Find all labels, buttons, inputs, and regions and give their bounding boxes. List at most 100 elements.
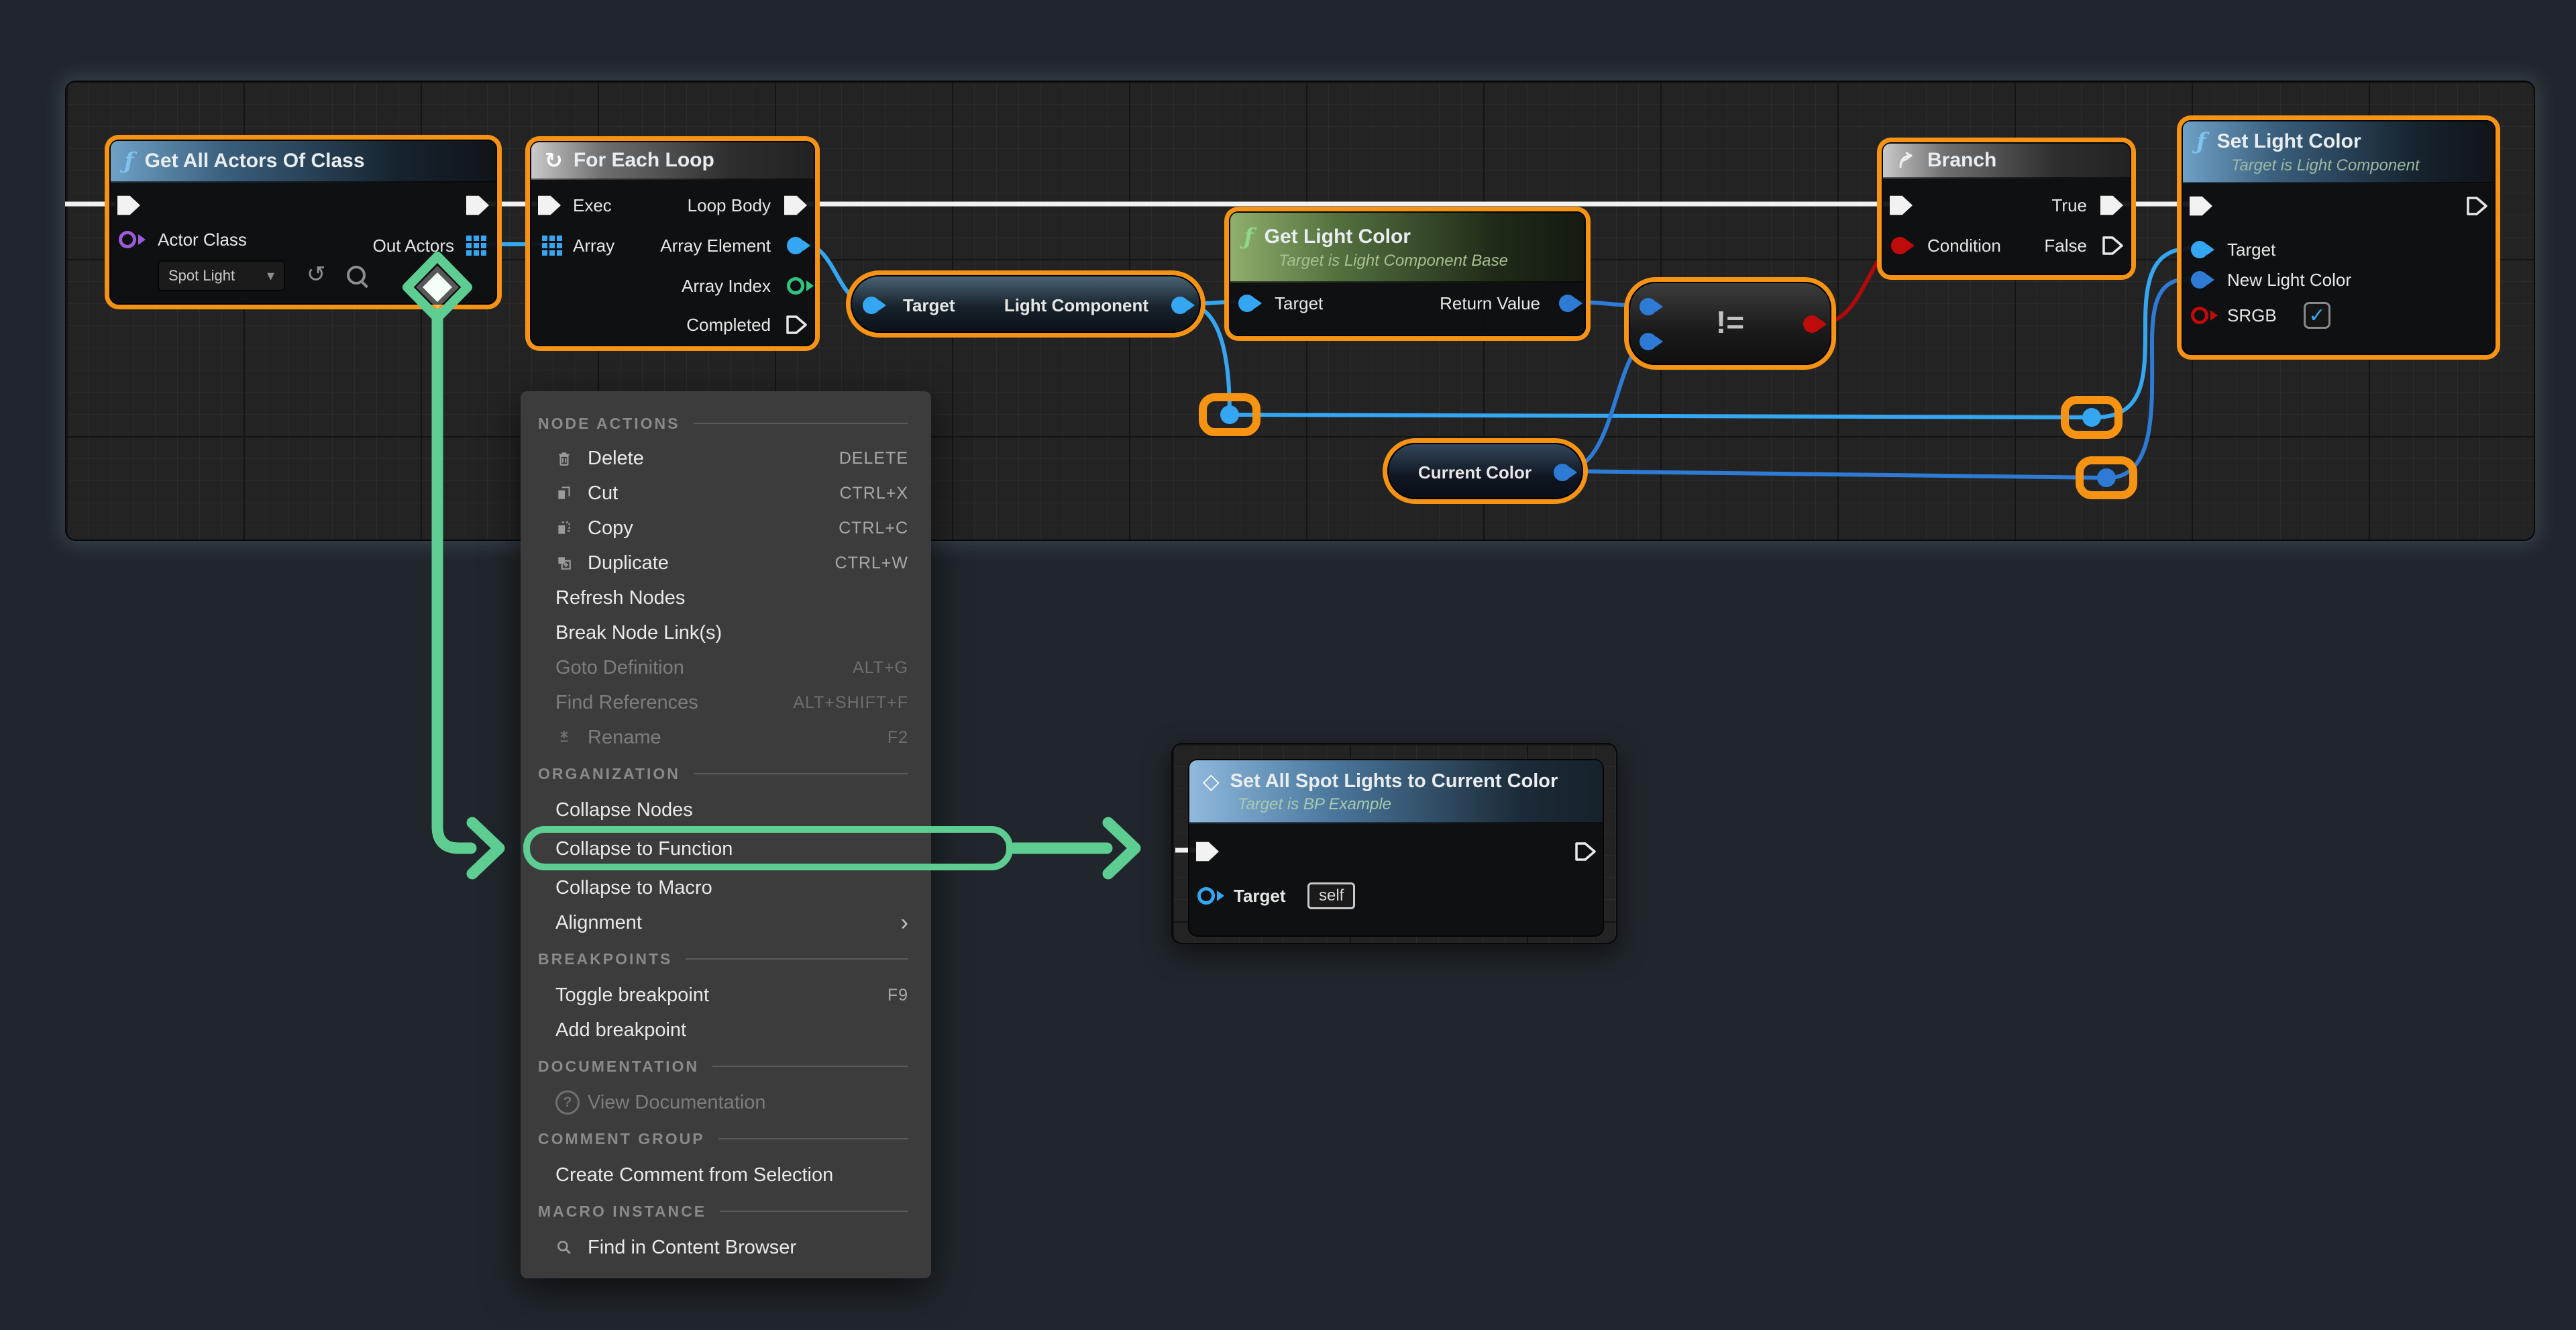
target-pin[interactable] bbox=[1238, 295, 1256, 312]
reset-to-default-icon[interactable]: ↺ bbox=[307, 263, 326, 286]
function-icon: ƒ bbox=[1244, 223, 1254, 250]
section-header-label: COMMENT GROUP bbox=[538, 1130, 705, 1148]
array-pin[interactable] bbox=[542, 236, 547, 241]
exec-in-pin[interactable] bbox=[1890, 194, 1913, 217]
node-subtitle: Target is BP Example bbox=[1238, 795, 1589, 814]
menu-item-label: View Documentation bbox=[588, 1092, 908, 1114]
reroute-node[interactable] bbox=[1199, 393, 1260, 436]
node-title: Get All Actors Of Class bbox=[145, 150, 365, 172]
menu-item-cut[interactable]: Collapse Nodes Cut CTRL+X bbox=[521, 476, 931, 511]
menu-item-label: Delete bbox=[588, 448, 839, 470]
target-label: Target bbox=[1234, 884, 1286, 908]
reroute-node[interactable] bbox=[2076, 456, 2137, 499]
function-icon: ƒ bbox=[2196, 128, 2206, 155]
menu-item-delete[interactable]: Delete DELETE bbox=[521, 441, 931, 476]
exec-in-pin[interactable] bbox=[1196, 840, 1219, 863]
node-subtitle: Target is Light Component bbox=[2231, 156, 2481, 175]
node-light-component-getter[interactable]: Target Light Component bbox=[851, 275, 1201, 333]
node-set-all-spot-lights[interactable]: ◇ Set All Spot Lights to Current Color T… bbox=[1188, 759, 1604, 937]
target-pin[interactable] bbox=[2191, 241, 2208, 258]
light-component-pin[interactable] bbox=[1171, 297, 1189, 314]
target-pin[interactable] bbox=[1197, 887, 1215, 905]
menu-item-label: Rename bbox=[588, 727, 888, 749]
current-color-pin[interactable] bbox=[1554, 464, 1571, 481]
node-header: ◇ Set All Spot Lights to Current Color T… bbox=[1189, 760, 1603, 823]
return-value-label: Return Value bbox=[1440, 291, 1540, 315]
loop-icon: ↻ bbox=[545, 148, 563, 173]
node-current-color-getter[interactable]: Current Color bbox=[1387, 443, 1583, 499]
trash-icon bbox=[555, 450, 588, 467]
blueprint-editor: { "colors": { "selection_orange": "#F793… bbox=[0, 0, 2576, 1330]
reroute-pin[interactable] bbox=[1220, 405, 1239, 424]
menu-item-duplicate[interactable]: Duplicate CTRL+W bbox=[521, 546, 931, 580]
condition-label: Condition bbox=[1927, 234, 2001, 258]
completed-exec-pin[interactable] bbox=[786, 313, 808, 336]
node-for-each-loop[interactable]: ↻ For Each Loop Exec Loop Body Array Arr… bbox=[530, 141, 815, 346]
menu-item-collapse-to-macro[interactable]: Collapse to Macro bbox=[521, 870, 931, 905]
reroute-pin[interactable] bbox=[2097, 468, 2116, 487]
actor-class-dropdown[interactable]: Spot Light ▾ bbox=[158, 260, 285, 291]
menu-item-collapse-nodes[interactable]: Collapse Nodes bbox=[521, 792, 931, 827]
exec-in-pin[interactable] bbox=[117, 194, 140, 217]
menu-item-label: Break Node Link(s) bbox=[555, 622, 908, 644]
collapse-to-function-highlight bbox=[523, 826, 1013, 870]
node-title: For Each Loop bbox=[574, 149, 714, 172]
menu-section-node-actions: NODE ACTIONS bbox=[521, 406, 931, 441]
menu-item-refresh-nodes[interactable]: Refresh Nodes bbox=[521, 580, 931, 615]
true-exec-pin[interactable] bbox=[2100, 194, 2123, 217]
new-light-color-pin[interactable] bbox=[2191, 271, 2208, 289]
menu-item-add-breakpoint[interactable]: Add breakpoint bbox=[521, 1013, 931, 1047]
exec-out-pin[interactable] bbox=[1574, 840, 1597, 863]
false-exec-pin[interactable] bbox=[2102, 234, 2125, 257]
menu-item-label: Cut bbox=[588, 482, 839, 505]
srgb-checkbox[interactable]: ✓ bbox=[2304, 302, 2330, 329]
node-get-all-actors-of-class[interactable]: ƒ Get All Actors Of Class Actor Class Ou… bbox=[109, 140, 497, 305]
menu-item-label: Collapse Nodes bbox=[555, 799, 908, 821]
menu-item-find-in-content-browser[interactable]: Find in Content Browser bbox=[521, 1230, 931, 1265]
cut-icon bbox=[555, 484, 588, 502]
exec-label: Exec bbox=[573, 193, 612, 217]
search-icon[interactable] bbox=[347, 266, 366, 285]
menu-item-goto-definition[interactable]: Goto Definition ALT+G bbox=[521, 650, 931, 685]
return-value-pin[interactable] bbox=[1559, 295, 1576, 312]
node-get-light-color[interactable]: ƒ Get Light Color Target is Light Compon… bbox=[1229, 211, 1586, 336]
reroute-pin[interactable] bbox=[2082, 408, 2101, 427]
chevron-down-icon: ▾ bbox=[267, 267, 274, 285]
node-not-equal[interactable]: != bbox=[1629, 282, 1831, 365]
reroute-node[interactable] bbox=[2061, 396, 2123, 439]
question-circle-icon: ? bbox=[555, 1090, 588, 1115]
condition-pin[interactable] bbox=[1891, 237, 1909, 254]
menu-item-alignment[interactable]: Alignment › bbox=[521, 905, 931, 940]
loop-body-exec-pin[interactable] bbox=[784, 194, 807, 217]
menu-item-shortcut: ALT+G bbox=[853, 658, 908, 678]
exec-out-pin[interactable] bbox=[466, 194, 489, 217]
srgb-pin[interactable] bbox=[2191, 307, 2208, 324]
exec-out-pin[interactable] bbox=[2466, 195, 2489, 217]
true-label: True bbox=[2052, 193, 2088, 217]
exec-in-pin[interactable] bbox=[2190, 195, 2212, 217]
array-index-pin[interactable] bbox=[787, 277, 804, 295]
target-label: Target bbox=[903, 293, 955, 317]
result-pin[interactable] bbox=[1803, 315, 1821, 333]
exec-in-pin[interactable] bbox=[538, 194, 561, 217]
menu-item-create-comment[interactable]: Create Comment from Selection bbox=[521, 1158, 931, 1192]
array-element-pin[interactable] bbox=[787, 237, 804, 254]
rename-icon bbox=[555, 729, 588, 746]
menu-item-view-documentation[interactable]: ? View Documentation bbox=[521, 1085, 931, 1120]
menu-item-shortcut: CTRL+W bbox=[835, 554, 908, 573]
target-pin[interactable] bbox=[863, 297, 880, 314]
section-header-label: ORGANIZATION bbox=[538, 765, 680, 783]
menu-item-toggle-breakpoint[interactable]: Toggle breakpoint F9 bbox=[521, 978, 931, 1013]
menu-item-copy[interactable]: Copy CTRL+C bbox=[521, 511, 931, 546]
node-set-light-color[interactable]: ƒ Set Light Color Target is Light Compon… bbox=[2182, 120, 2496, 355]
out-actors-label: Out Actors bbox=[373, 234, 454, 258]
node-branch[interactable]: Branch True Condition False bbox=[1882, 142, 2131, 275]
array-element-label: Array Element bbox=[660, 234, 771, 258]
menu-item-find-references[interactable]: Find References ALT+SHIFT+F bbox=[521, 685, 931, 720]
menu-item-shortcut: CTRL+C bbox=[839, 519, 908, 538]
menu-item-rename[interactable]: Rename F2 bbox=[521, 720, 931, 755]
menu-item-break-node-links[interactable]: Break Node Link(s) bbox=[521, 615, 931, 650]
out-actors-array-pin[interactable] bbox=[466, 236, 472, 241]
actor-class-pin[interactable] bbox=[119, 231, 136, 248]
menu-item-shortcut: CTRL+X bbox=[839, 484, 908, 503]
